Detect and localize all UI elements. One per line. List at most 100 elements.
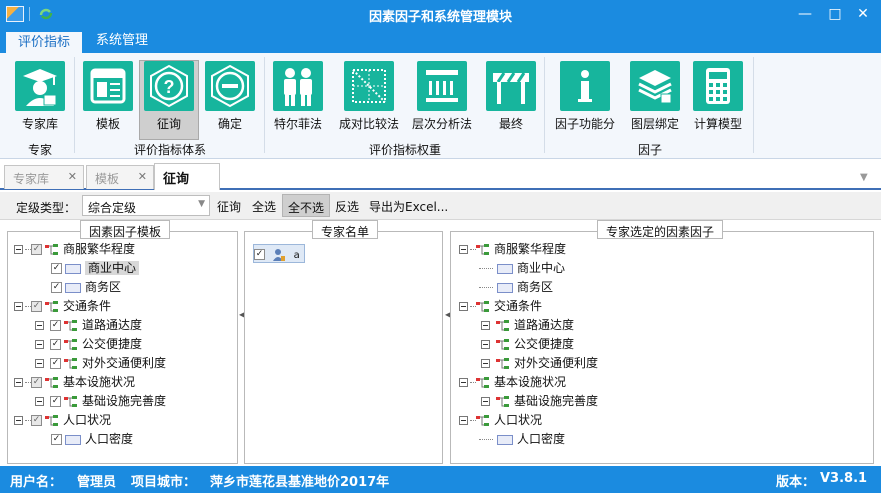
tree-subgroup[interactable]: 公交便捷度 xyxy=(459,335,598,354)
tree-group[interactable]: ✓ 商服繁华程度 xyxy=(14,240,166,259)
tree-leaf[interactable]: 商业中心 xyxy=(459,259,598,278)
tab-list-dropdown-icon[interactable]: ▼ xyxy=(860,172,868,183)
tree-subgroup[interactable]: ✓ 公交便捷度 xyxy=(14,335,166,354)
tree-subgroup[interactable]: ✓ 对外交通便利度 xyxy=(14,354,166,373)
maximize-button[interactable]: □ xyxy=(827,6,843,22)
checkbox[interactable]: ✓ xyxy=(51,434,62,445)
factor-group-icon xyxy=(476,300,489,312)
tree-group[interactable]: 基本设施状况 xyxy=(459,373,598,392)
group-separator xyxy=(74,57,75,153)
final-button[interactable]: 最终 xyxy=(481,61,541,132)
template-button[interactable]: 模板 xyxy=(78,61,138,132)
checkbox[interactable]: ✓ xyxy=(51,263,62,274)
tree-leaf[interactable]: ✓ 商业中心 xyxy=(14,259,166,278)
factor-score-button[interactable]: 因子功能分 xyxy=(553,61,617,132)
close-icon[interactable]: ✕ xyxy=(68,170,77,183)
tree-group[interactable]: 商服繁华程度 xyxy=(459,240,598,259)
template-icon xyxy=(83,61,133,111)
expand-icon[interactable] xyxy=(35,397,44,406)
checkbox[interactable]: ✓ xyxy=(51,282,62,293)
pairwise-button[interactable]: 成对比较法 xyxy=(338,61,400,132)
tree-subgroup[interactable]: ✓ 道路通达度 xyxy=(14,316,166,335)
tree-group[interactable]: ✓ 交通条件 xyxy=(14,297,166,316)
final-icon xyxy=(486,61,536,111)
checkbox[interactable]: ✓ xyxy=(31,415,42,426)
tab-evaluation-index[interactable]: 评价指标 xyxy=(6,30,83,53)
splitter-handle-icon[interactable]: ◀ xyxy=(239,310,245,320)
layer-binding-label: 图层绑定 xyxy=(630,117,679,131)
layer-binding-button[interactable]: 图层绑定 xyxy=(625,61,685,132)
checkbox[interactable]: ✓ xyxy=(31,301,42,312)
select-all-button[interactable]: 全选 xyxy=(247,194,281,217)
tree-subgroup[interactable]: 对外交通便利度 xyxy=(459,354,598,373)
expand-icon[interactable] xyxy=(481,321,490,330)
grade-type-select[interactable]: 综合定级 ▼ xyxy=(82,195,210,216)
collapse-icon[interactable] xyxy=(14,245,23,254)
tree-group[interactable]: ✓ 人口状况 xyxy=(14,411,166,430)
tree-leaf-label: 商业中心 xyxy=(517,261,566,275)
ribbon: 专家库 模板 ? 征询 确定 特尔菲法 成对比较法 层次分析法 最终 因子功能分… xyxy=(0,53,881,159)
consult-action-button[interactable]: 征询 xyxy=(212,194,246,217)
calc-model-button[interactable]: 计算模型 xyxy=(688,61,748,132)
expand-icon[interactable] xyxy=(481,340,490,349)
tree-leaf[interactable]: 人口密度 xyxy=(459,430,598,449)
user-icon xyxy=(272,248,285,261)
close-icon[interactable]: ✕ xyxy=(138,170,147,183)
checkbox[interactable]: ✓ xyxy=(31,377,42,388)
doc-tab-label: 征询 xyxy=(163,172,190,187)
select-none-button[interactable]: 全不选 xyxy=(282,194,331,217)
tree-group[interactable]: 交通条件 xyxy=(459,297,598,316)
expand-icon[interactable] xyxy=(35,359,44,368)
tree-group[interactable]: 人口状况 xyxy=(459,411,598,430)
collapse-icon[interactable] xyxy=(459,245,468,254)
expand-icon[interactable] xyxy=(481,359,490,368)
tab-system-management[interactable]: 系统管理 xyxy=(84,30,160,53)
collapse-icon[interactable] xyxy=(459,416,468,425)
expert-panel: ✓ a xyxy=(244,231,443,464)
factor-group-icon xyxy=(496,338,509,350)
template-tree: ✓ 商服繁华程度 ✓ 商业中心 ✓ 商务区 ✓ 交通条件 ✓ 道路通达度 ✓ 公交便捷度 ✓… xyxy=(14,240,166,449)
collapse-icon[interactable] xyxy=(459,302,468,311)
confirm-button[interactable]: 确定 xyxy=(200,61,260,132)
expand-icon[interactable] xyxy=(35,340,44,349)
delphi-button[interactable]: 特尔菲法 xyxy=(268,61,328,132)
checkbox[interactable]: ✓ xyxy=(50,339,61,350)
factor-group-icon xyxy=(64,338,77,350)
group-separator xyxy=(753,57,754,153)
confirm-label: 确定 xyxy=(217,117,242,131)
collapse-icon[interactable] xyxy=(14,378,23,387)
collapse-icon[interactable] xyxy=(14,416,23,425)
collapse-icon[interactable] xyxy=(459,378,468,387)
checkbox[interactable]: ✓ xyxy=(50,320,61,331)
export-excel-button[interactable]: 导出为Excel... xyxy=(364,194,453,217)
expert-library-button[interactable]: 专家库 xyxy=(10,61,70,132)
checkbox[interactable]: ✓ xyxy=(254,249,265,260)
collapse-icon[interactable] xyxy=(14,302,23,311)
checkbox[interactable]: ✓ xyxy=(31,244,42,255)
tree-subgroup[interactable]: ✓ 基础设施完善度 xyxy=(14,392,166,411)
checkbox[interactable]: ✓ xyxy=(50,396,61,407)
tree-subgroup[interactable]: 基础设施完善度 xyxy=(459,392,598,411)
tree-leaf[interactable]: 商务区 xyxy=(459,278,598,297)
splitter-handle-icon[interactable]: ◀ xyxy=(445,310,451,320)
doc-tab-template[interactable]: 模板 ✕ xyxy=(86,165,154,189)
tree-group-label: 人口状况 xyxy=(63,413,112,427)
checkbox[interactable]: ✓ xyxy=(50,358,61,369)
tree-group[interactable]: ✓ 基本设施状况 xyxy=(14,373,166,392)
doc-tab-consult[interactable]: 征询 xyxy=(154,163,220,190)
minimize-button[interactable]: — xyxy=(797,6,813,22)
expand-icon[interactable] xyxy=(35,321,44,330)
tree-subgroup[interactable]: 道路通达度 xyxy=(459,316,598,335)
tree-leaf-label: 人口密度 xyxy=(85,432,134,446)
ahp-button[interactable]: 层次分析法 xyxy=(410,61,474,132)
consult-button[interactable]: ? 征询 xyxy=(139,61,199,132)
user-value: 管理员 xyxy=(77,475,117,490)
expert-list-item[interactable]: ✓ a xyxy=(253,244,305,263)
invert-selection-button[interactable]: 反选 xyxy=(330,194,364,217)
doc-tab-expert-library[interactable]: 专家库 ✕ xyxy=(4,165,84,189)
tree-leaf[interactable]: ✓ 商务区 xyxy=(14,278,166,297)
tree-leaf-label: 商务区 xyxy=(85,280,122,294)
expand-icon[interactable] xyxy=(481,397,490,406)
close-button[interactable]: ✕ xyxy=(855,6,871,22)
tree-leaf[interactable]: ✓ 人口密度 xyxy=(14,430,166,449)
